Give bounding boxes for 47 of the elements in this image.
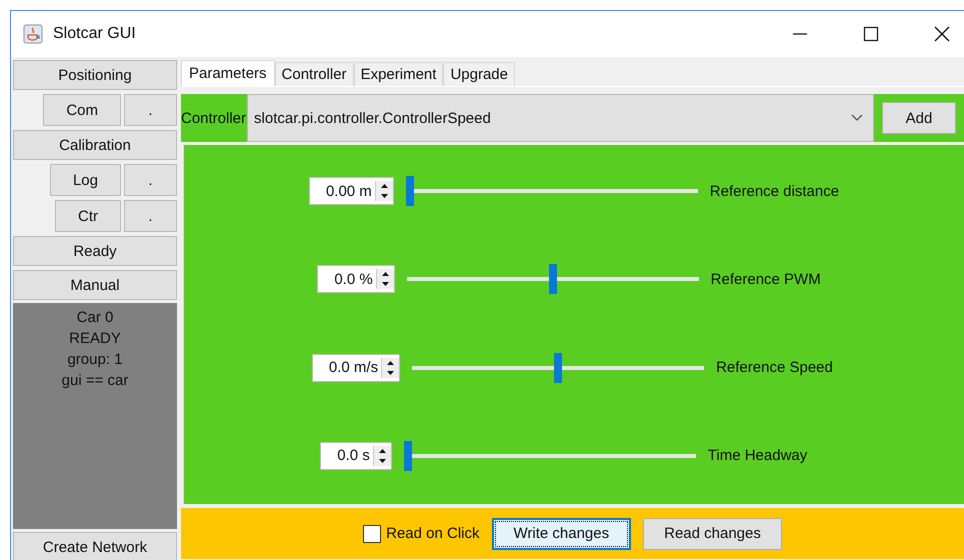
create-network-button[interactable]: Create Network — [13, 532, 177, 560]
checkbox-label[interactable]: Read on Click — [386, 525, 480, 542]
tab[interactable]: Parameters — [181, 60, 275, 86]
tab[interactable]: Controller — [274, 62, 354, 86]
sidebar-button[interactable]: Log — [50, 164, 121, 196]
slider-thumb[interactable] — [554, 352, 562, 383]
slider-thumb[interactable] — [548, 264, 557, 294]
sidebar-button[interactable]: Ctr — [55, 200, 121, 232]
sidebar-button[interactable]: . — [124, 200, 177, 232]
slider-thumb[interactable] — [406, 176, 414, 206]
spinner-field[interactable]: 0.0 % — [317, 265, 395, 294]
add-button[interactable]: Add — [882, 102, 956, 134]
sidebar-button[interactable]: Com — [43, 94, 121, 126]
status-text: Car 0 — [76, 308, 114, 328]
close-icon[interactable] — [934, 26, 950, 42]
maximize-icon[interactable] — [863, 26, 879, 42]
parameter-label: Reference distance — [710, 182, 840, 200]
parameter-label: Time Headway — [708, 447, 808, 464]
spinner-field[interactable]: 0.0 m/s — [312, 354, 400, 382]
sidebar-button[interactable]: Positioning — [13, 60, 177, 90]
sidebar-button[interactable]: Manual — [13, 270, 177, 300]
slider[interactable] — [406, 176, 698, 206]
slider[interactable] — [404, 440, 696, 471]
tab[interactable]: Experiment — [354, 62, 444, 86]
slider[interactable] — [412, 352, 704, 383]
controller-label: Controller — [181, 108, 248, 128]
checkbox[interactable] — [363, 524, 382, 542]
java-cup-icon — [23, 24, 43, 44]
status-text: READY — [69, 329, 121, 349]
sidebar-button[interactable]: Calibration — [13, 130, 177, 160]
status-text: group: 1 — [67, 350, 123, 370]
window-title: Slotcar GUI — [53, 25, 136, 43]
footer-button[interactable]: Read changes — [643, 518, 782, 550]
spinner-field[interactable]: 0.00 m — [308, 177, 394, 206]
slider[interactable] — [406, 264, 699, 294]
sidebar-button[interactable]: . — [124, 164, 177, 196]
parameter-label: Reference Speed — [716, 359, 834, 376]
tab[interactable]: Upgrade — [443, 62, 515, 86]
sidebar-button[interactable]: . — [124, 94, 177, 126]
spinner-field[interactable]: 0.0 s — [320, 442, 392, 470]
footer-button[interactable]: Write changes — [492, 518, 632, 550]
chevron-down-icon — [851, 114, 863, 122]
parameter-label: Reference PWM — [710, 270, 822, 288]
slider-thumb[interactable] — [404, 440, 412, 471]
controller-dropdown[interactable]: slotcar.pi.controller.ControllerSpeed — [247, 94, 874, 142]
status-text: gui == car — [62, 371, 128, 391]
sidebar-button[interactable]: Ready — [13, 236, 177, 266]
